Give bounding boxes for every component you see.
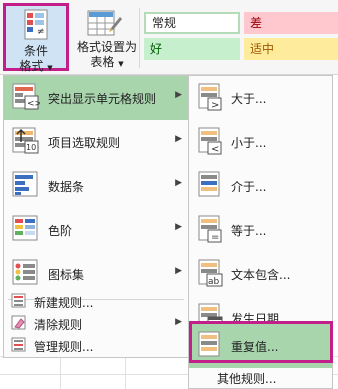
manage-rules-icon bbox=[11, 337, 27, 353]
chevron-right-icon: ▶ bbox=[175, 134, 182, 144]
menu-item-label: 数据条 bbox=[48, 180, 85, 194]
submenu-item-more-rules[interactable]: 其他规则... bbox=[217, 370, 276, 387]
conditional-format-icon: ≠ bbox=[24, 9, 50, 41]
style-normal[interactable]: 常规 bbox=[144, 12, 240, 34]
style-good[interactable]: 好 bbox=[144, 38, 240, 60]
submenu-item-label: 介于... bbox=[231, 180, 267, 194]
menu-item-top-bottom-rules[interactable]: 10 项目选取规则 ▶ bbox=[4, 120, 188, 164]
submenu-item-label: 大于... bbox=[231, 92, 267, 106]
menu-item-data-bars[interactable]: 数据条 ▶ bbox=[4, 164, 188, 208]
new-rule-icon bbox=[11, 293, 27, 309]
duplicate-values-callout bbox=[189, 321, 333, 363]
style-neutral[interactable]: 适中 bbox=[244, 38, 338, 60]
submenu-item-less-than[interactable]: < 小于... bbox=[189, 120, 332, 164]
menu-item-clear-rules[interactable]: 清除规则 ▶ bbox=[4, 312, 188, 334]
chevron-right-icon: ▶ bbox=[175, 178, 182, 188]
icon-sets-icon bbox=[12, 258, 40, 288]
conditional-format-label-2: 格式 ▼ bbox=[19, 59, 53, 73]
menu-item-label: 项目选取规则 bbox=[48, 136, 121, 150]
top-bottom-rules-icon: 10 bbox=[12, 126, 40, 156]
svg-text:>: > bbox=[211, 100, 219, 111]
ribbon: ≠ 条件 格式 ▼ 格式设置为 表格 ▼ 常规 差 好 适中 bbox=[0, 0, 338, 75]
format-as-table-icon bbox=[87, 8, 123, 38]
submenu-item-label: 文本包含... bbox=[231, 268, 291, 282]
chevron-right-icon: ▶ bbox=[175, 90, 182, 100]
chevron-right-icon: ▶ bbox=[175, 222, 182, 232]
submenu-item-equal-to[interactable]: = 等于... bbox=[189, 208, 332, 252]
conditional-format-menu: <> 突出显示单元格规则 ▶ 10 项目选取规则 ▶ 数据条 ▶ 色阶 ▶ 图标… bbox=[3, 75, 189, 358]
format-as-table-label-2: 表格 ▼ bbox=[90, 55, 124, 69]
menu-item-label: 新建规则... bbox=[34, 296, 94, 310]
svg-text:≠: ≠ bbox=[37, 27, 45, 37]
clear-rules-icon bbox=[11, 315, 27, 331]
chevron-right-icon: ▶ bbox=[175, 266, 182, 276]
menu-item-new-rule[interactable]: 新建规则... bbox=[4, 290, 188, 312]
svg-text:<>: <> bbox=[27, 99, 40, 109]
chevron-down-icon: ▼ bbox=[118, 60, 124, 68]
highlight-cells-rules-icon: <> bbox=[12, 82, 40, 112]
svg-text:10: 10 bbox=[26, 143, 36, 152]
data-bars-icon bbox=[12, 170, 40, 200]
menu-item-highlight-cells-rules[interactable]: <> 突出显示单元格规则 ▶ bbox=[4, 76, 188, 120]
format-as-table-label-1: 格式设置为 bbox=[76, 40, 137, 54]
ribbon-separator bbox=[139, 8, 140, 68]
svg-text:=: = bbox=[211, 232, 219, 243]
chevron-down-icon: ▼ bbox=[47, 64, 53, 72]
menu-item-manage-rules[interactable]: 管理规则... bbox=[4, 334, 188, 356]
between-icon bbox=[198, 170, 224, 200]
submenu-item-label: 等于... bbox=[231, 224, 267, 238]
menu-item-label: 色阶 bbox=[48, 224, 73, 238]
style-bad[interactable]: 差 bbox=[244, 12, 338, 34]
greater-than-icon: > bbox=[198, 82, 224, 112]
chevron-right-icon: ▶ bbox=[175, 317, 182, 327]
menu-item-label: 突出显示单元格规则 bbox=[48, 92, 157, 106]
format-as-table-button[interactable]: 格式设置为 表格 ▼ bbox=[74, 6, 140, 72]
menu-item-color-scales[interactable]: 色阶 ▶ bbox=[4, 208, 188, 252]
conditional-format-button[interactable]: ≠ 条件 格式 ▼ bbox=[3, 3, 69, 73]
submenu-item-between[interactable]: 介于... bbox=[189, 164, 332, 208]
less-than-icon: < bbox=[198, 126, 224, 156]
submenu-item-text-contains[interactable]: ab 文本包含... bbox=[189, 252, 332, 296]
color-scales-icon bbox=[12, 214, 40, 244]
submenu-item-label: 小于... bbox=[231, 136, 267, 150]
text-contains-icon: ab bbox=[198, 258, 224, 288]
svg-text:<: < bbox=[211, 144, 219, 155]
conditional-format-label-1: 条件 bbox=[23, 44, 48, 58]
menu-item-label: 管理规则... bbox=[34, 340, 94, 354]
equal-to-icon: = bbox=[198, 214, 224, 244]
submenu-item-greater-than[interactable]: > 大于... bbox=[189, 76, 332, 120]
svg-text:ab: ab bbox=[208, 277, 220, 287]
menu-item-label: 清除规则 bbox=[34, 318, 83, 332]
menu-item-label: 图标集 bbox=[48, 268, 85, 282]
